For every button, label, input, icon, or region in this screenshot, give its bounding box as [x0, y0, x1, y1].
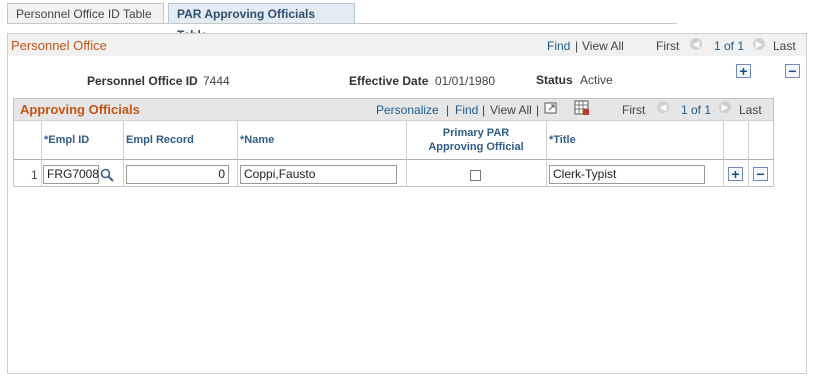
col-header-name[interactable]: *Name: [237, 121, 406, 159]
personnel-office-title: Personnel Office: [11, 38, 107, 53]
add-row-button[interactable]: +: [736, 64, 751, 78]
office-id-label: Personnel Office ID: [87, 74, 198, 88]
empl-record-input[interactable]: 0: [126, 165, 229, 184]
name-field[interactable]: Coppi,Fausto: [240, 165, 397, 184]
empl-id-input[interactable]: FRG7008: [43, 165, 99, 184]
delete-row-button[interactable]: −: [785, 64, 800, 78]
plus-icon: +: [731, 166, 740, 182]
title-field[interactable]: Clerk-Typist: [549, 165, 705, 184]
nav-separator: |: [575, 39, 579, 53]
grid-previous-arrow-icon[interactable]: ◀: [657, 101, 669, 113]
col-header-label: *Empl ID: [44, 134, 90, 146]
grid-find-link[interactable]: Find: [455, 103, 478, 117]
grid-first-label: First: [622, 103, 646, 117]
next-arrow-icon[interactable]: ▶: [753, 38, 765, 50]
view-all-link[interactable]: View All: [582, 39, 624, 53]
download-grid-icon[interactable]: [574, 100, 590, 119]
last-label: Last: [773, 39, 796, 53]
tab-label: Personnel Office ID Table: [16, 7, 152, 21]
grid-next-arrow-icon[interactable]: ▶: [719, 101, 731, 113]
minus-icon: −: [756, 166, 765, 182]
col-header-title[interactable]: *Title: [546, 121, 723, 159]
col-header-empl-record[interactable]: Empl Record: [123, 121, 237, 159]
nav-separator: |: [446, 103, 450, 117]
col-header-label: Empl Record: [126, 134, 194, 146]
approving-officials-title: Approving Officials: [20, 102, 140, 117]
delete-official-button[interactable]: −: [753, 167, 768, 181]
tab-par-approving-officials-table[interactable]: PAR Approving Officials Table: [168, 3, 355, 42]
search-icon[interactable]: [100, 168, 114, 185]
row-number: 1: [31, 168, 38, 182]
primary-par-checkbox[interactable]: [470, 170, 481, 181]
add-official-button[interactable]: +: [728, 167, 743, 181]
first-label: First: [656, 39, 680, 53]
minus-icon: −: [788, 63, 797, 79]
grid-view-all-link[interactable]: View All: [490, 103, 532, 117]
row-range: 1 of 1: [714, 39, 745, 53]
status-label: Status: [536, 73, 573, 87]
tab-divider: [7, 23, 677, 24]
col-header-label: Primary PAR Approving Official: [428, 127, 524, 153]
tab-personnel-office-id-table[interactable]: Personnel Office ID Table: [7, 3, 164, 24]
col-header-label: *Title: [549, 134, 576, 146]
status-value: Active: [580, 73, 613, 87]
column-divider: [748, 120, 749, 186]
plus-icon: +: [739, 63, 748, 79]
zoom-icon[interactable]: [544, 101, 558, 118]
column-divider: [723, 120, 724, 186]
col-header-primary-par[interactable]: Primary PAR Approving Official: [406, 121, 546, 159]
col-header-empl-id[interactable]: *Empl ID: [41, 121, 123, 159]
office-id-value: 7444: [203, 74, 230, 88]
effective-date-label: Effective Date: [349, 74, 429, 88]
personalize-link[interactable]: Personalize: [376, 103, 439, 117]
nav-separator: |: [482, 103, 486, 117]
previous-arrow-icon[interactable]: ◀: [690, 38, 702, 50]
grid-last-label: Last: [739, 103, 762, 117]
nav-separator: |: [536, 103, 540, 117]
effective-date-value: 01/01/1980: [435, 74, 496, 88]
grid-row-range: 1 of 1: [681, 103, 712, 117]
col-header-label: *Name: [240, 134, 275, 146]
column-header-rule: [14, 159, 773, 160]
personnel-office-header: [8, 34, 806, 56]
find-link[interactable]: Find: [547, 39, 570, 53]
